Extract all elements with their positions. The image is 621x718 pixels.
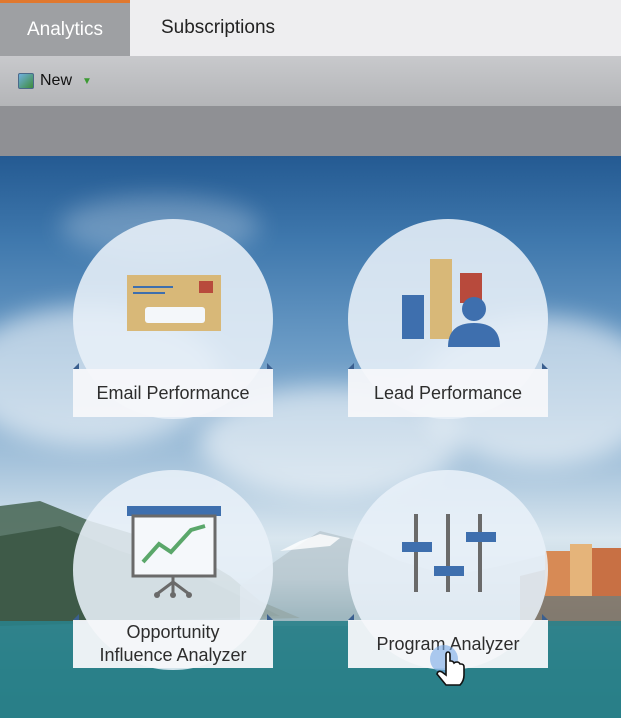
toolbar: New ▼ <box>0 56 621 106</box>
tab-bar: Analytics Subscriptions <box>0 0 621 56</box>
new-button-label: New <box>40 72 73 89</box>
lead-performance-card[interactable]: Lead Performance <box>348 219 548 419</box>
email-performance-card[interactable]: Email Performance <box>73 219 273 419</box>
new-item-icon <box>18 73 34 89</box>
program-analyzer-card[interactable]: Program Analyzer <box>348 470 548 670</box>
chevron-down-icon[interactable]: ▼ <box>82 76 92 87</box>
new-button[interactable]: New ▼ <box>18 72 92 90</box>
hand-pointer-icon <box>430 645 465 686</box>
label-line-2: Influence Analyzer <box>99 645 247 665</box>
tab-analytics[interactable]: Analytics <box>0 0 130 56</box>
email-performance-label: Email Performance <box>73 369 273 417</box>
opportunity-influence-analyzer-label: Opportunity Influence Analyzer <box>73 620 273 668</box>
label-line-1: Opportunity <box>126 622 220 642</box>
lead-performance-label: Lead Performance <box>348 369 548 417</box>
tab-subscriptions[interactable]: Subscriptions <box>130 0 306 56</box>
opportunity-influence-analyzer-card[interactable]: Opportunity Influence Analyzer <box>73 470 273 670</box>
secondary-toolbar <box>0 106 621 156</box>
